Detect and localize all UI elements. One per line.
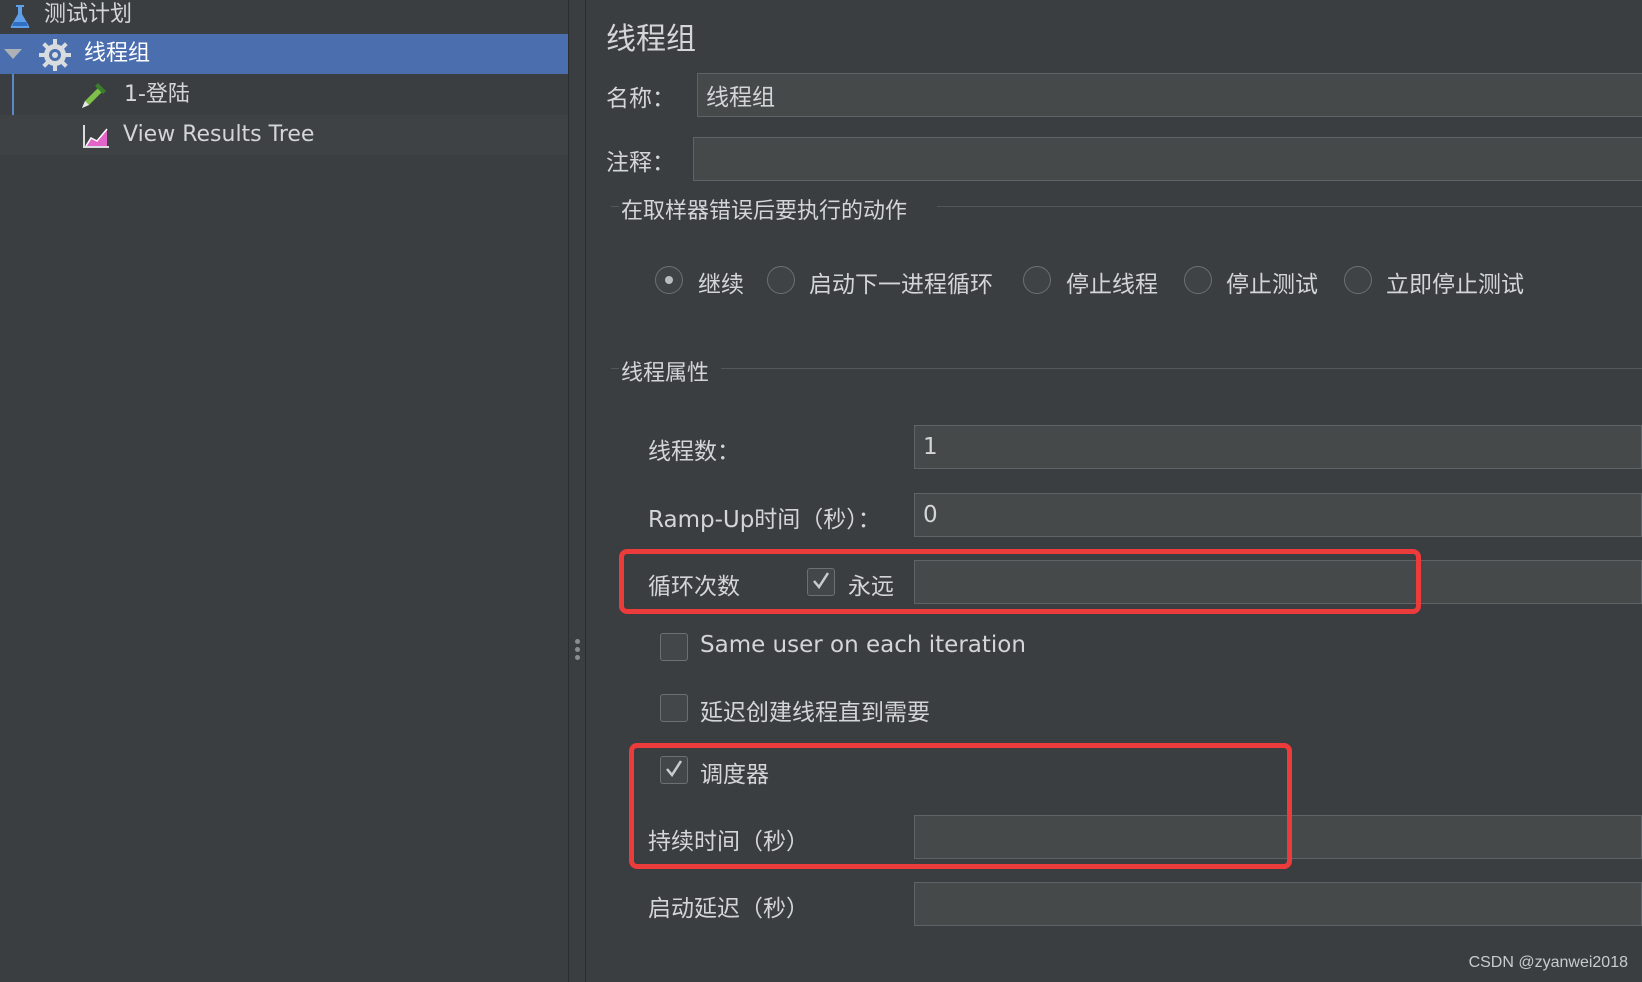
group-border <box>611 206 619 207</box>
thread-props-legend: 线程属性 <box>621 361 710 386</box>
radio-stop-test-now[interactable] <box>1344 266 1372 294</box>
comment-label: 注释： <box>606 150 675 176</box>
delay-create-label: 延迟创建线程直到需要 <box>700 700 930 726</box>
page-title: 线程组 <box>606 22 696 57</box>
tree-item-test-plan[interactable]: 测试计划 <box>0 0 568 34</box>
highlight-box-scheduler <box>629 743 1292 869</box>
tree-item-label: 线程组 <box>84 41 151 66</box>
threads-field[interactable] <box>914 425 1642 469</box>
name-field[interactable] <box>697 73 1642 117</box>
chart-icon <box>83 125 109 148</box>
radio-continue[interactable] <box>655 266 683 294</box>
gear-icon <box>39 39 71 71</box>
startup-delay-field[interactable] <box>914 882 1642 926</box>
rampup-field[interactable] <box>914 493 1642 537</box>
test-plan-tree: 测试计划 线程组 1-登陆 View Results Tree <box>0 0 568 982</box>
same-user-checkbox[interactable] <box>660 633 688 661</box>
radio-label: 立即停止测试 <box>1386 272 1524 298</box>
tree-item-thread-group[interactable]: 线程组 <box>0 34 568 74</box>
radio-label: 启动下一进程循环 <box>809 272 993 298</box>
radio-label: 继续 <box>698 272 744 298</box>
pane-splitter[interactable] <box>568 0 586 982</box>
startup-delay-label: 启动延迟（秒） <box>648 896 809 922</box>
rampup-label: Ramp-Up时间（秒）： <box>648 507 881 533</box>
splitter-grip-dot <box>575 655 580 660</box>
tree-item-label: 1-登陆 <box>124 82 190 107</box>
chevron-down-icon[interactable] <box>4 49 22 59</box>
tree-item-label: View Results Tree <box>123 122 315 147</box>
radio-label: 停止线程 <box>1066 272 1158 298</box>
group-border <box>611 368 619 369</box>
name-label: 名称： <box>606 86 675 112</box>
highlight-box-loop-count <box>619 549 1421 614</box>
splitter-grip-dot <box>575 647 580 652</box>
radio-label: 停止测试 <box>1226 272 1318 298</box>
radio-stop-thread[interactable] <box>1023 266 1051 294</box>
group-border <box>721 368 1642 369</box>
delay-create-checkbox[interactable] <box>660 694 688 722</box>
thread-group-panel: 线程组 名称： 注释： 在取样器错误后要执行的动作 继续 启动下一进程循环 停止… <box>587 0 1642 982</box>
tree-item-view-results-tree[interactable]: View Results Tree <box>0 115 568 155</box>
flask-icon <box>10 5 30 28</box>
tree-item-login-sampler[interactable]: 1-登陆 <box>0 75 568 115</box>
group-border <box>937 206 1642 207</box>
threads-label: 线程数： <box>648 439 740 465</box>
pipette-icon <box>82 83 106 108</box>
tree-item-label: 测试计划 <box>44 2 133 27</box>
comment-field[interactable] <box>693 137 1642 181</box>
radio-stop-test[interactable] <box>1184 266 1212 294</box>
splitter-grip-dot <box>575 639 580 644</box>
watermark: CSDN @zyanwei2018 <box>1468 954 1628 971</box>
on-error-legend: 在取样器错误后要执行的动作 <box>621 199 908 224</box>
same-user-label: Same user on each iteration <box>700 632 1026 658</box>
radio-start-next-loop[interactable] <box>767 266 795 294</box>
